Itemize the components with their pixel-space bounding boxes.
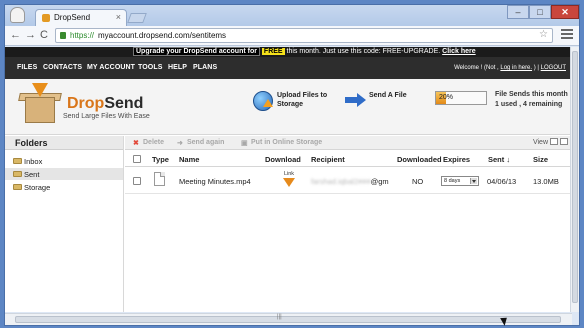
brand-tagline: Send Large Files With Ease	[63, 113, 150, 120]
usage-progress-bar: 20%	[435, 91, 487, 105]
back-arrow-icon[interactable]: ←	[10, 29, 21, 42]
dropsend-logo-box-icon[interactable]	[17, 83, 67, 127]
folder-icon	[13, 158, 22, 164]
nav-tools[interactable]: TOOLS	[138, 64, 162, 71]
sidebar-item-sent[interactable]: Sent	[5, 168, 123, 180]
nav-plans[interactable]: PLANS	[193, 64, 217, 71]
tab-strip: DropSend × – □ ✕	[5, 5, 579, 26]
nav-contacts[interactable]: CONTACTS	[43, 64, 82, 71]
nav-help[interactable]: HELP	[168, 64, 187, 71]
lock-icon	[60, 32, 66, 39]
logout-link[interactable]: LOGOUT	[541, 65, 566, 71]
file-name[interactable]: Meeting Minutes.mp4	[179, 177, 251, 186]
horizontal-scrollbar[interactable]: |||	[5, 313, 572, 325]
header-size[interactable]: Size	[533, 155, 548, 164]
tab-close-icon[interactable]: ×	[116, 12, 121, 22]
brand-logo-text[interactable]: DropSend	[67, 95, 143, 113]
table-header: Type Name Download Recipient Downloaded …	[125, 151, 572, 167]
header-type[interactable]: Type	[152, 155, 169, 164]
list-view-icon[interactable]	[550, 138, 558, 145]
window-close-button[interactable]: ✕	[551, 5, 579, 19]
folders-sidebar: Folders Inbox Sent Storage	[5, 136, 124, 312]
page-header: DropSend Send Large Files With Ease Uplo…	[5, 79, 572, 135]
download-arrow-icon[interactable]	[283, 178, 295, 187]
delete-x-icon: ✖	[133, 140, 139, 147]
address-bar[interactable]: https:// myaccount.dropsend.com/sentitem…	[55, 28, 553, 43]
main-nav: FILES CONTACTS MY ACCOUNT TOOLS HELP PLA…	[5, 57, 572, 79]
header-expires[interactable]: Expires	[443, 155, 470, 164]
send-again-button[interactable]: ➜ Send again	[177, 139, 224, 147]
storage-icon: ▣	[241, 140, 248, 147]
window-maximize-button[interactable]: □	[529, 5, 551, 19]
forward-arrow-icon[interactable]: →	[25, 29, 36, 42]
promo-click-here-link[interactable]: Click here	[442, 48, 475, 55]
table-row[interactable]: Meeting Minutes.mp4 Link farshad.iqbal2#…	[125, 168, 572, 194]
url-scheme: https://	[70, 31, 95, 40]
login-here-link[interactable]: Log in here.	[500, 65, 532, 71]
grid-view-icon[interactable]	[560, 138, 568, 145]
header-sent[interactable]: Sent ↓	[488, 155, 510, 164]
row-checkbox[interactable]	[133, 177, 141, 185]
nav-my-account[interactable]: MY ACCOUNT	[87, 64, 135, 71]
folders-header: Folders	[5, 136, 123, 150]
web-page: Upgrade your DropSend account for FREE t…	[5, 47, 572, 312]
welcome-text: Welcome ! (Not , Log in here. ) | LOGOUT	[454, 65, 566, 71]
header-downloaded[interactable]: Downloaded	[397, 155, 442, 164]
tab-dropsend[interactable]: DropSend ×	[35, 9, 127, 26]
folders-title: Folders	[15, 138, 48, 148]
header-recipient[interactable]: Recipient	[311, 155, 345, 164]
downloaded-status: NO	[412, 177, 424, 186]
file-size: 13.0MB	[533, 177, 559, 186]
view-toggle: View	[533, 138, 568, 146]
file-sends-info: 1 used , 4 remaining	[495, 101, 563, 108]
vertical-scroll-thumb[interactable]	[572, 51, 578, 303]
sidebar-item-inbox[interactable]: Inbox	[5, 155, 123, 167]
delete-button[interactable]: ✖ Delete	[133, 139, 164, 147]
promo-text: Upgrade your DropSend account for FREE t…	[133, 47, 476, 56]
user-avatar-icon[interactable]	[10, 7, 25, 23]
url-host: myaccount.dropsend.com/sentitems	[98, 31, 227, 40]
browser-toolbar: ← → C https:// myaccount.dropsend.com/se…	[5, 26, 579, 46]
dropsend-favicon-icon	[42, 14, 50, 22]
folder-icon	[13, 184, 22, 190]
chevron-down-icon	[470, 178, 477, 184]
promo-body: this month. Just use this code: FREE-UPG…	[284, 48, 441, 55]
file-document-icon	[154, 172, 165, 186]
bookmark-star-icon[interactable]: ☆	[539, 29, 548, 40]
download-link-label[interactable]: Link	[280, 171, 298, 177]
header-download[interactable]: Download	[265, 155, 301, 164]
actions-bar: ✖ Delete ➜ Send again ▣ Put in Online Stora…	[125, 136, 572, 150]
promo-banner: Upgrade your DropSend account for FREE t…	[5, 47, 572, 57]
sent-date: 04/06/13	[487, 177, 517, 186]
nav-files[interactable]: FILES	[17, 64, 37, 71]
reload-icon[interactable]: C	[40, 29, 48, 42]
put-in-storage-button[interactable]: ▣ Put in Online Storage	[241, 139, 322, 147]
horizontal-scroll-thumb[interactable]	[15, 316, 561, 323]
scroll-grip-icon: |||	[277, 314, 282, 320]
recipient-email: farshad.iqbal2###@gm	[311, 177, 389, 186]
select-all-checkbox[interactable]	[133, 155, 141, 163]
folder-icon	[13, 171, 22, 177]
upload-files-label: Upload Files to Storage	[277, 92, 328, 108]
promo-free-badge: FREE	[261, 48, 285, 55]
file-sends-title: File Sends this month	[495, 91, 568, 98]
send-arrow-icon	[345, 93, 366, 107]
expires-select[interactable]: 8 days	[441, 176, 479, 186]
new-tab-button[interactable]	[127, 13, 147, 23]
browser-window: DropSend × – □ ✕ ← → C https:// myaccoun…	[4, 4, 580, 326]
browser-menu-icon[interactable]	[561, 29, 573, 41]
window-minimize-button[interactable]: –	[507, 5, 529, 19]
send-again-icon: ➜	[177, 140, 183, 147]
header-name[interactable]: Name	[179, 155, 199, 164]
vertical-scrollbar[interactable]	[570, 47, 579, 312]
send-file-label: Send A File	[369, 92, 407, 99]
tab-title: DropSend	[54, 13, 91, 22]
promo-strong: Upgrade your DropSend account for	[133, 47, 260, 56]
sidebar-item-storage[interactable]: Storage	[5, 181, 123, 193]
usage-progress-text: 20%	[439, 94, 454, 101]
